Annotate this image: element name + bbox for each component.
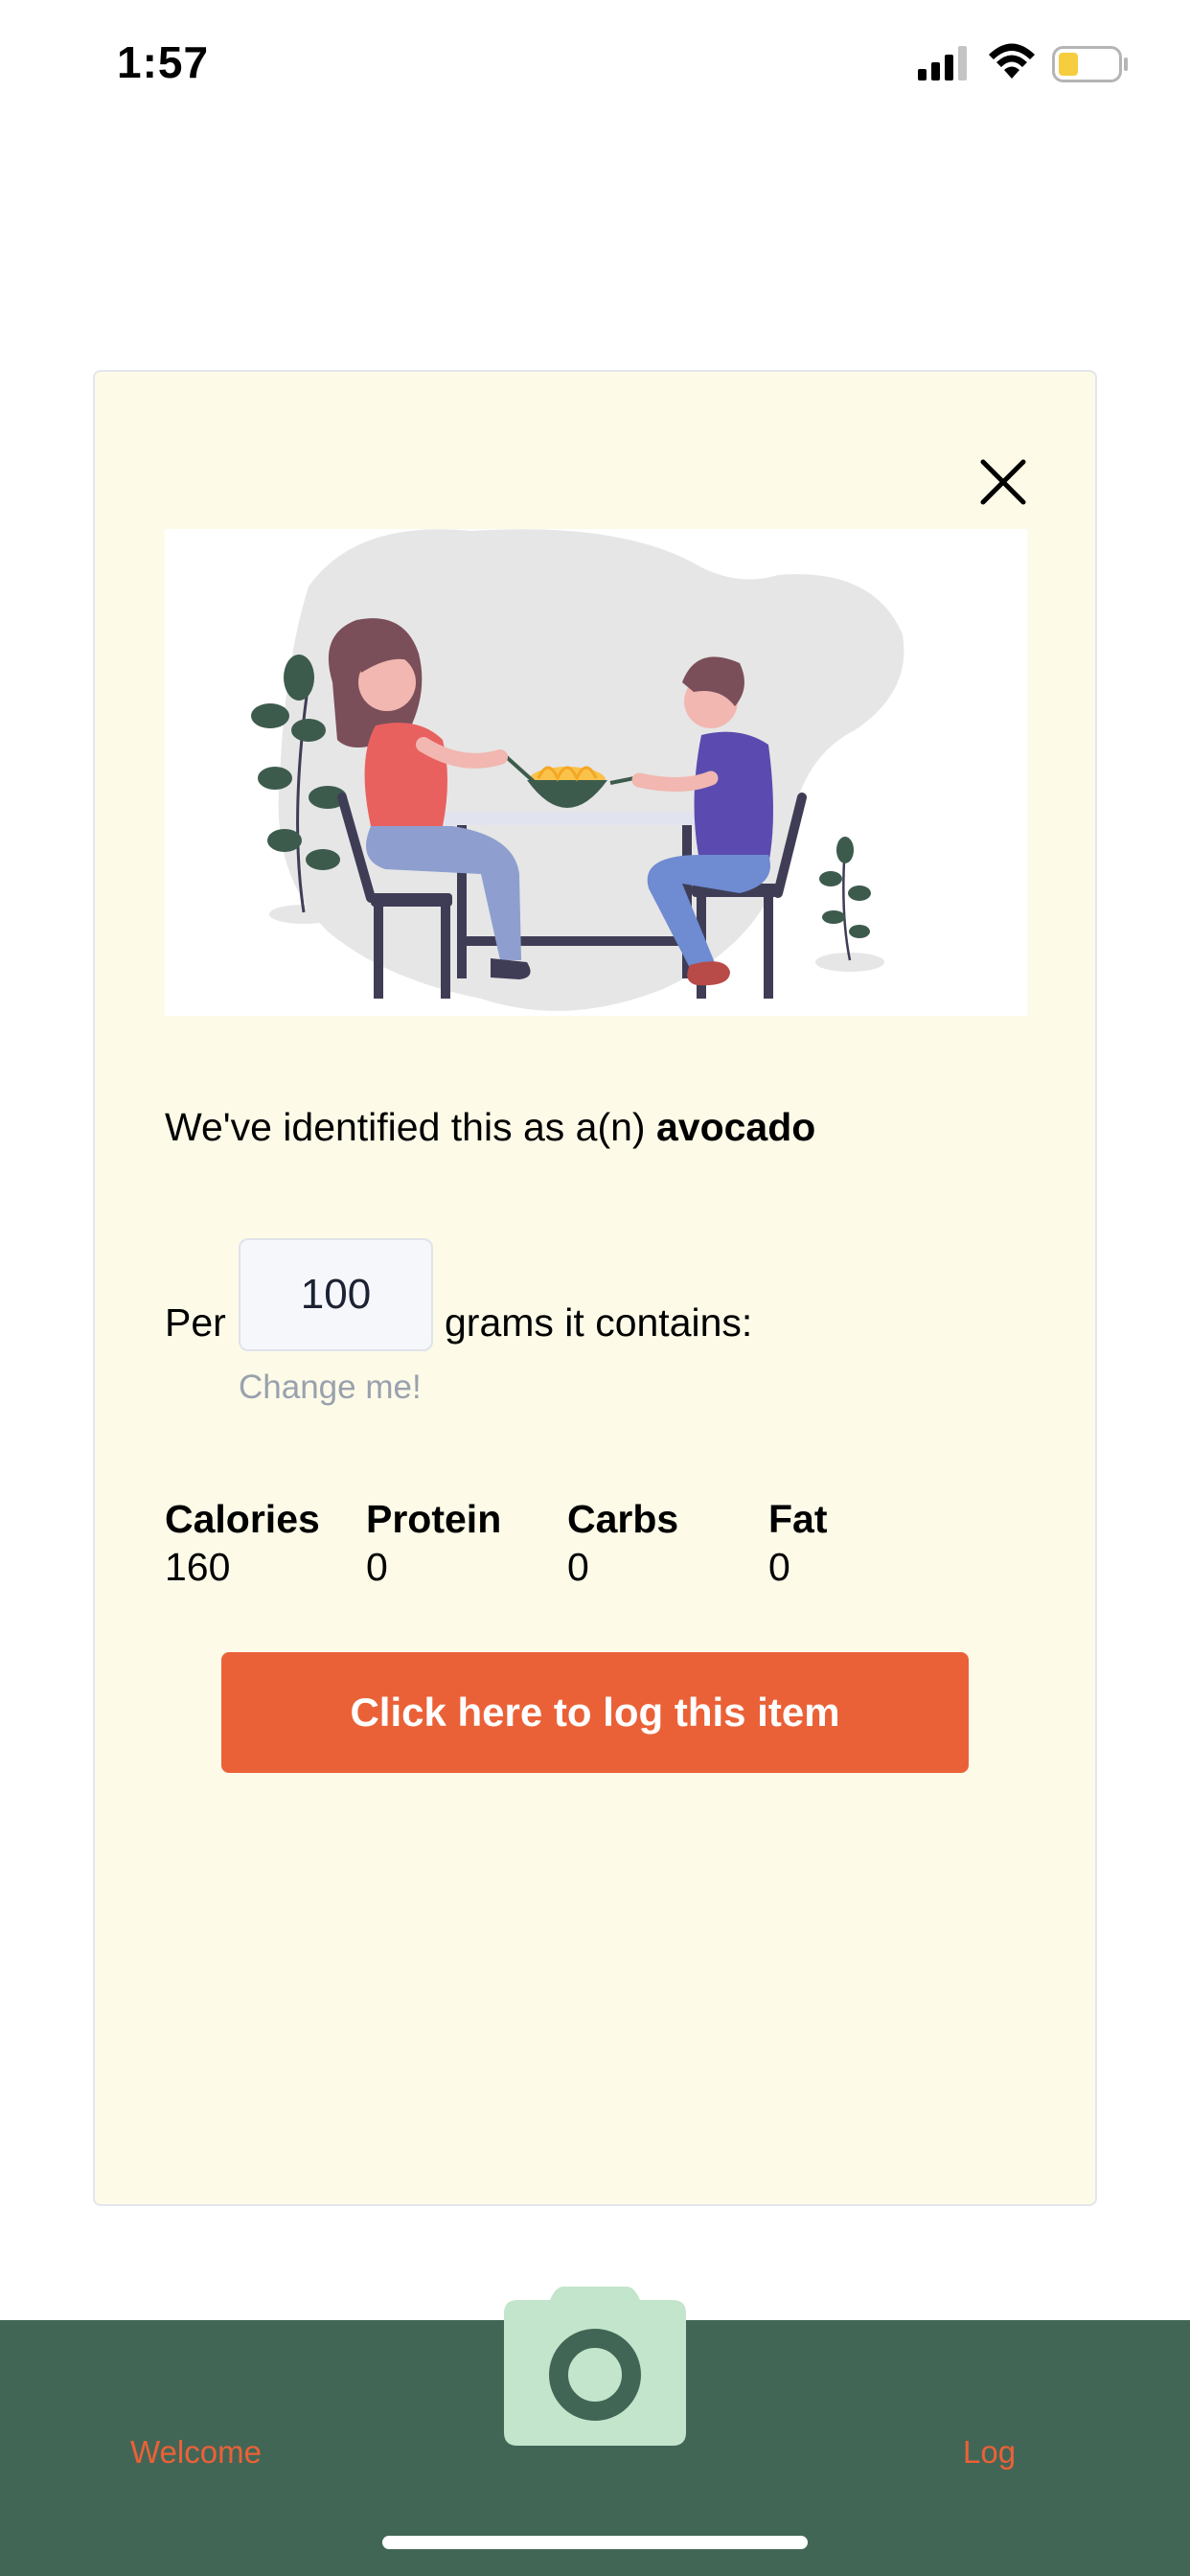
home-indicator bbox=[382, 2536, 808, 2549]
nutrient-calories: Calories 160 bbox=[165, 1495, 356, 1591]
identified-food-name: avocado bbox=[655, 1105, 816, 1149]
grams-input[interactable] bbox=[239, 1238, 433, 1351]
nutrient-label: Protein bbox=[366, 1497, 502, 1541]
nutrient-protein: Protein 0 bbox=[366, 1495, 558, 1591]
nutrient-value: 0 bbox=[567, 1545, 589, 1589]
status-bar: 1:57 bbox=[0, 0, 1190, 134]
nav-log[interactable]: Log bbox=[963, 2434, 1016, 2471]
dining-illustration bbox=[165, 529, 1027, 1016]
nutrient-label: Calories bbox=[165, 1497, 320, 1541]
close-icon[interactable] bbox=[979, 458, 1027, 506]
identified-food-text: We've identified this as a(n) avocado bbox=[165, 1102, 815, 1152]
nutrient-value: 0 bbox=[366, 1545, 388, 1589]
status-time: 1:57 bbox=[117, 37, 210, 87]
nutrient-label: Fat bbox=[768, 1497, 828, 1541]
nutrient-value: 0 bbox=[768, 1545, 790, 1589]
log-item-button[interactable]: Click here to log this item bbox=[221, 1652, 969, 1773]
per-label: Per bbox=[165, 1300, 226, 1345]
change-me-hint: Change me! bbox=[239, 1368, 422, 1406]
nav-welcome[interactable]: Welcome bbox=[130, 2434, 262, 2471]
identified-prefix: We've identified this as a(n) bbox=[165, 1105, 656, 1149]
couple-eating-illustration bbox=[251, 529, 904, 1011]
battery-icon bbox=[1052, 46, 1128, 82]
grams-label: grams it contains: bbox=[445, 1300, 753, 1345]
cellular-signal-icon bbox=[918, 46, 967, 80]
nutrient-label: Carbs bbox=[567, 1497, 679, 1541]
nutrient-fat: Fat 0 bbox=[768, 1495, 960, 1591]
nutrient-value: 160 bbox=[165, 1545, 231, 1589]
wifi-icon bbox=[989, 43, 1035, 79]
nutrient-carbs: Carbs 0 bbox=[567, 1495, 759, 1591]
camera-icon[interactable] bbox=[504, 2287, 686, 2446]
